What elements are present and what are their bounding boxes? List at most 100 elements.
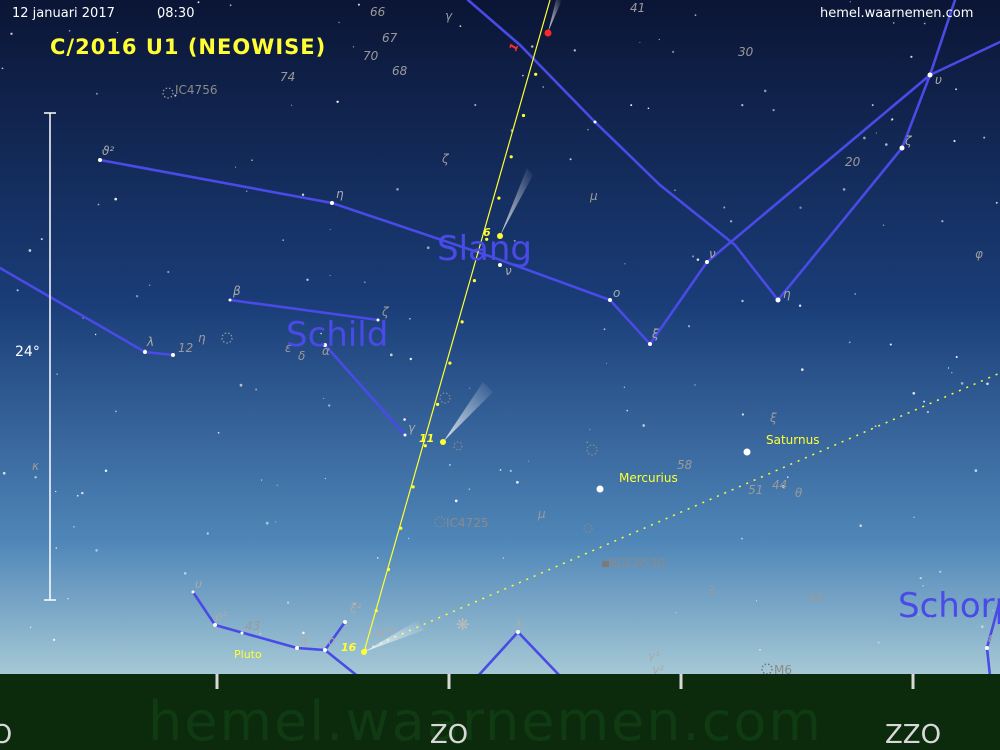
- star-label: 51: [748, 483, 763, 497]
- background-star: [287, 601, 290, 604]
- comet-date-11: 11: [419, 432, 434, 445]
- background-star: [926, 410, 930, 414]
- background-star: [52, 638, 56, 642]
- background-star: [324, 477, 327, 480]
- background-star: [55, 547, 58, 549]
- background-star: [81, 491, 84, 495]
- comet-position-1[interactable]: [544, 29, 552, 37]
- background-star: [527, 460, 530, 462]
- background-star: [301, 193, 305, 196]
- comet-track-dot: [497, 196, 501, 200]
- background-star: [95, 549, 98, 552]
- constellation-name-schild: Schild: [286, 315, 388, 355]
- deepsky-label: IC4725: [446, 516, 488, 530]
- background-star: [960, 382, 964, 385]
- background-star: [396, 188, 399, 191]
- star-label: η: [336, 187, 344, 201]
- comet-track-dot: [399, 526, 403, 530]
- background-star: [639, 42, 641, 43]
- background-star: [454, 499, 458, 503]
- background-star: [647, 107, 650, 110]
- background-star: [245, 190, 248, 192]
- background-star: [603, 328, 606, 331]
- planet-mercurius[interactable]: [596, 485, 604, 493]
- background-star: [974, 469, 978, 472]
- background-star: [951, 372, 953, 374]
- background-star: [251, 159, 253, 162]
- compass-label-zo: ZO: [429, 720, 469, 750]
- background-star: [875, 132, 877, 134]
- background-star: [955, 355, 958, 359]
- background-star: [97, 203, 100, 206]
- star-label: ξ²: [349, 601, 362, 615]
- comet-track-dot: [448, 361, 452, 365]
- comet-track-dot: [436, 402, 440, 406]
- star-label: γ: [408, 421, 416, 435]
- comet-track-dot: [509, 155, 513, 159]
- star-label: π: [300, 634, 308, 648]
- background-star: [573, 49, 576, 52]
- background-star: [261, 479, 263, 481]
- comet-track-dot: [472, 279, 476, 283]
- planet-label-saturnus: Saturnus: [766, 433, 819, 447]
- comet-date-16: 16: [341, 641, 357, 654]
- background-star: [409, 318, 411, 320]
- planet-label-mercurius: Mercurius: [619, 471, 678, 485]
- background-star: [624, 263, 626, 265]
- background-star: [10, 32, 13, 35]
- background-star: [692, 255, 695, 258]
- background-star: [509, 469, 512, 473]
- background-star: [94, 333, 97, 336]
- star-label: φ: [975, 247, 983, 261]
- background-star: [859, 524, 862, 527]
- background-star: [329, 228, 331, 230]
- background-star: [323, 397, 325, 399]
- background-star: [675, 612, 677, 614]
- comet-position-11[interactable]: [440, 439, 446, 445]
- page-title: C/2016 U1 (NEOWISE): [50, 35, 327, 59]
- background-star: [919, 576, 922, 580]
- planet-saturnus[interactable]: [743, 448, 751, 456]
- star-label: ω²¹: [375, 625, 395, 639]
- star-label: 58: [677, 458, 693, 472]
- background-star: [135, 295, 139, 298]
- background-star: [694, 384, 696, 386]
- background-star: [73, 525, 75, 528]
- background-star: [116, 31, 119, 34]
- background-star: [877, 641, 880, 644]
- star-label: η: [783, 287, 791, 301]
- header-site[interactable]: hemel.waarnemen.com: [820, 6, 973, 21]
- background-star: [955, 88, 958, 91]
- background-star: [468, 488, 471, 490]
- background-star: [642, 424, 646, 427]
- background-star: [282, 239, 284, 241]
- comet-track-dot: [521, 113, 526, 118]
- background-star: [183, 572, 187, 575]
- background-star: [542, 86, 544, 88]
- background-star: [34, 476, 37, 479]
- comet-track-dot: [460, 320, 464, 324]
- compass-tick: [215, 674, 219, 689]
- sky-canvas: 1 6 11 16 66 γ 41 30 67 70 68 74 ϑ² ζ 20…: [0, 0, 1000, 680]
- background-star: [469, 387, 471, 389]
- background-star: [376, 557, 379, 559]
- star-label: ε: [988, 631, 995, 645]
- background-star: [389, 353, 393, 357]
- star-label: 66: [370, 5, 386, 19]
- background-star: [687, 325, 691, 328]
- star-label: γ¹: [648, 649, 660, 663]
- star-label: 43: [245, 619, 260, 633]
- background-star: [674, 189, 676, 191]
- background-star: [885, 143, 888, 146]
- background-star: [56, 373, 58, 375]
- background-star: [849, 1, 851, 3]
- background-star: [29, 626, 32, 629]
- background-star: [586, 441, 588, 443]
- background-star: [114, 197, 118, 201]
- comet-position-16[interactable]: [361, 649, 367, 655]
- background-star: [587, 128, 589, 131]
- background-star: [941, 220, 944, 223]
- star-label: 12: [178, 341, 193, 355]
- star-label: ο: [328, 634, 335, 648]
- background-star: [694, 14, 697, 16]
